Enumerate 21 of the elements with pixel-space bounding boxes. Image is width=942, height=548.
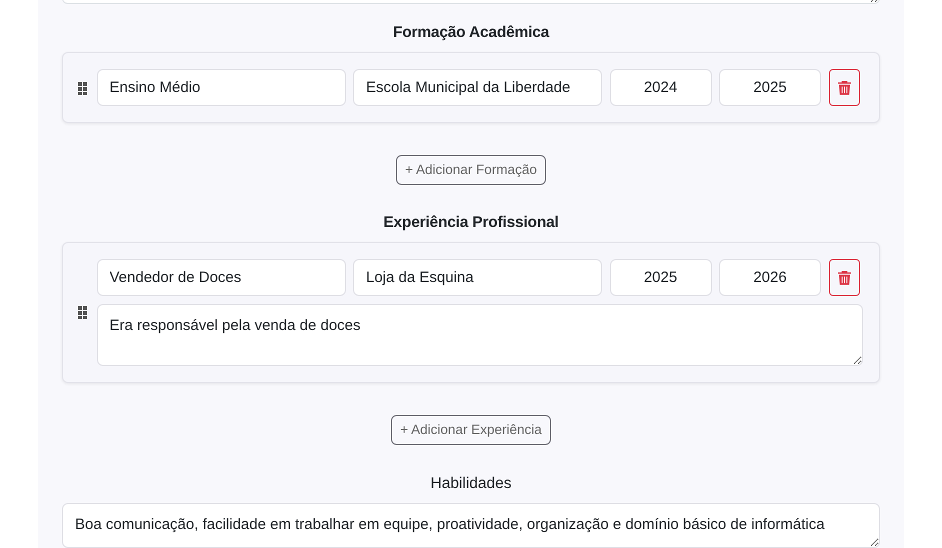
skills-field[interactable]: Boa comunicação, facilidade em trabalhar em equipe, proatividade, organização e domínio básico de informática <box>62 502 880 548</box>
section-title: Experiência Profissional <box>382 213 560 234</box>
drag-handle-icon[interactable] <box>77 80 89 95</box>
delete-button[interactable] <box>828 259 860 296</box>
trash-icon <box>838 270 850 286</box>
year-field[interactable]: 2025 <box>719 69 821 106</box>
input-field[interactable]: Ensino Médio <box>96 69 346 106</box>
description-field[interactable]: Era responsável pela venda de doces <box>96 304 863 366</box>
add-button[interactable]: + Adicionar Experiência <box>391 414 551 445</box>
drag-handle-icon[interactable] <box>77 305 89 320</box>
add-button[interactable]: + Adicionar Formação <box>396 155 546 186</box>
year-field[interactable]: 2024 <box>610 69 712 106</box>
input-field[interactable]: Loja da Esquina <box>353 259 602 296</box>
section-title: Formação Acadêmica <box>392 23 550 44</box>
trash-icon <box>838 80 850 96</box>
field-label: Habilidades <box>430 474 512 494</box>
year-field[interactable]: 2025 <box>610 259 712 296</box>
year-field[interactable]: 2026 <box>719 259 821 296</box>
delete-button[interactable] <box>828 69 860 106</box>
input-field[interactable]: Escola Municipal da Liberdade <box>353 69 602 106</box>
input-field[interactable]: Vendedor de Doces <box>96 259 346 296</box>
